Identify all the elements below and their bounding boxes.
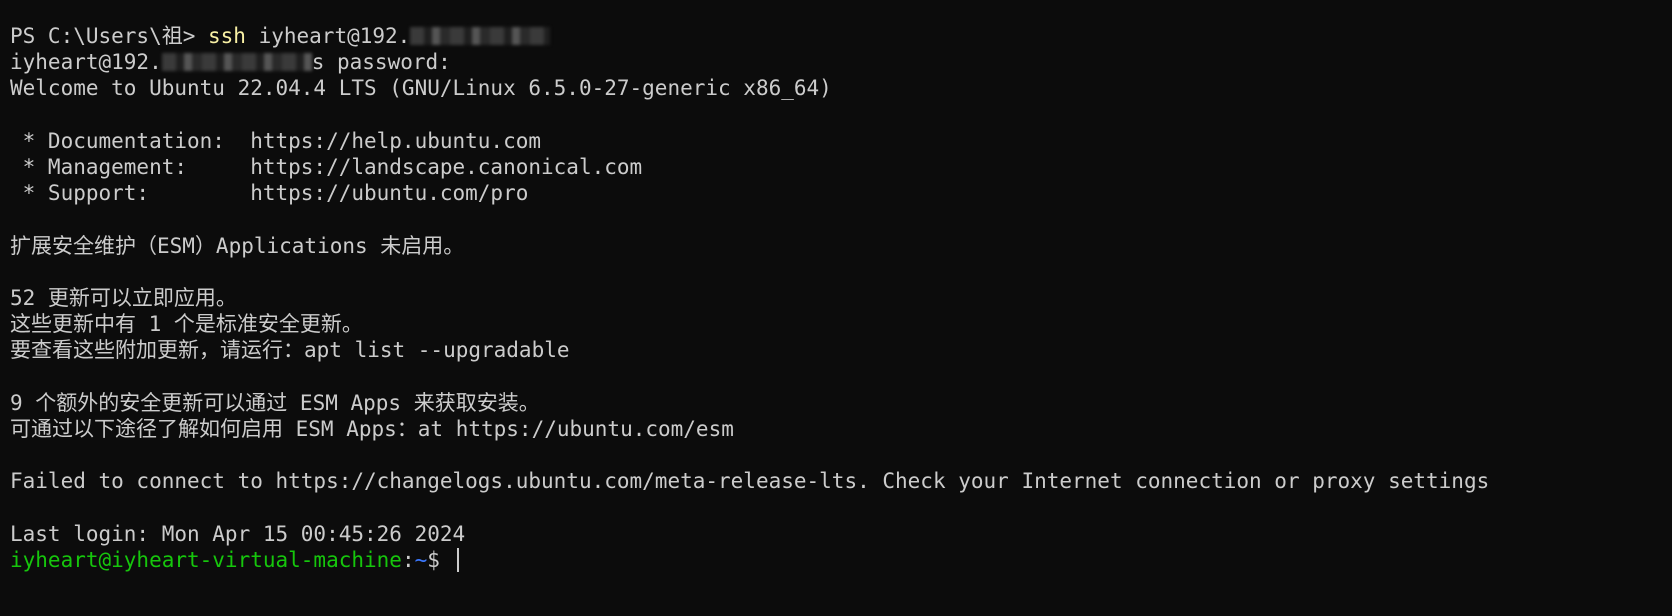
support-line: * Support: https://ubuntu.com/pro [10,181,529,206]
shell-prompt-line[interactable]: iyheart@iyheart-virtual-machine:~$ [10,547,1672,573]
password-prompt-line: iyheart@192. s password: [10,49,1672,75]
command-name: ssh [208,24,246,48]
security-updates-line: 这些更新中有 1 个是标准安全更新。 [10,312,363,337]
esm-status-line: 扩展安全维护（ESM）Applications 未启用。 [10,233,465,258]
text-cursor[interactable] [456,547,459,572]
connection-failed-line: Failed to connect to https://changelogs.… [10,469,1490,494]
welcome-line: Welcome to Ubuntu 22.04.4 LTS (GNU/Linux… [10,76,832,101]
updates-count-line: 52 更新可以立即应用。 [10,285,237,310]
redacted-ip [410,27,551,45]
prompt-path: ~ [414,547,428,572]
apt-list-hint-line: 要查看这些附加更新，请运行：apt list --upgradable [10,338,570,363]
management-line: * Management: https://landscape.canonica… [10,154,643,179]
esm-apps-updates-line: 9 个额外的安全更新可以通过 ESM Apps 来获取安装。 [10,390,540,415]
powershell-prompt: PS C:\Users\祖> [10,24,209,48]
prompt-colon: : [401,547,415,572]
last-login-line: Last login: Mon Apr 15 00:45:26 2024 [10,521,466,546]
prompt-user-host: iyheart@iyheart-virtual-machine [10,547,402,572]
prompt-symbol: $ [427,547,453,572]
esm-apps-info-line: 可通过以下途径了解如何启用 ESM Apps：at https://ubuntu… [10,416,734,441]
ssh-command-line: PS C:\Users\祖> ssh iyheart@192. [10,23,1672,49]
command-args: iyheart@192. [245,24,411,48]
redacted-ip [161,53,312,72]
documentation-line: * Documentation: https://help.ubuntu.com [10,128,542,153]
password-prompt-prefix: iyheart@192. [10,50,162,75]
terminal-window[interactable]: PS C:\Users\祖> ssh iyheart@192. iyheart@… [0,0,1672,616]
password-prompt-suffix: s password: [311,50,451,75]
